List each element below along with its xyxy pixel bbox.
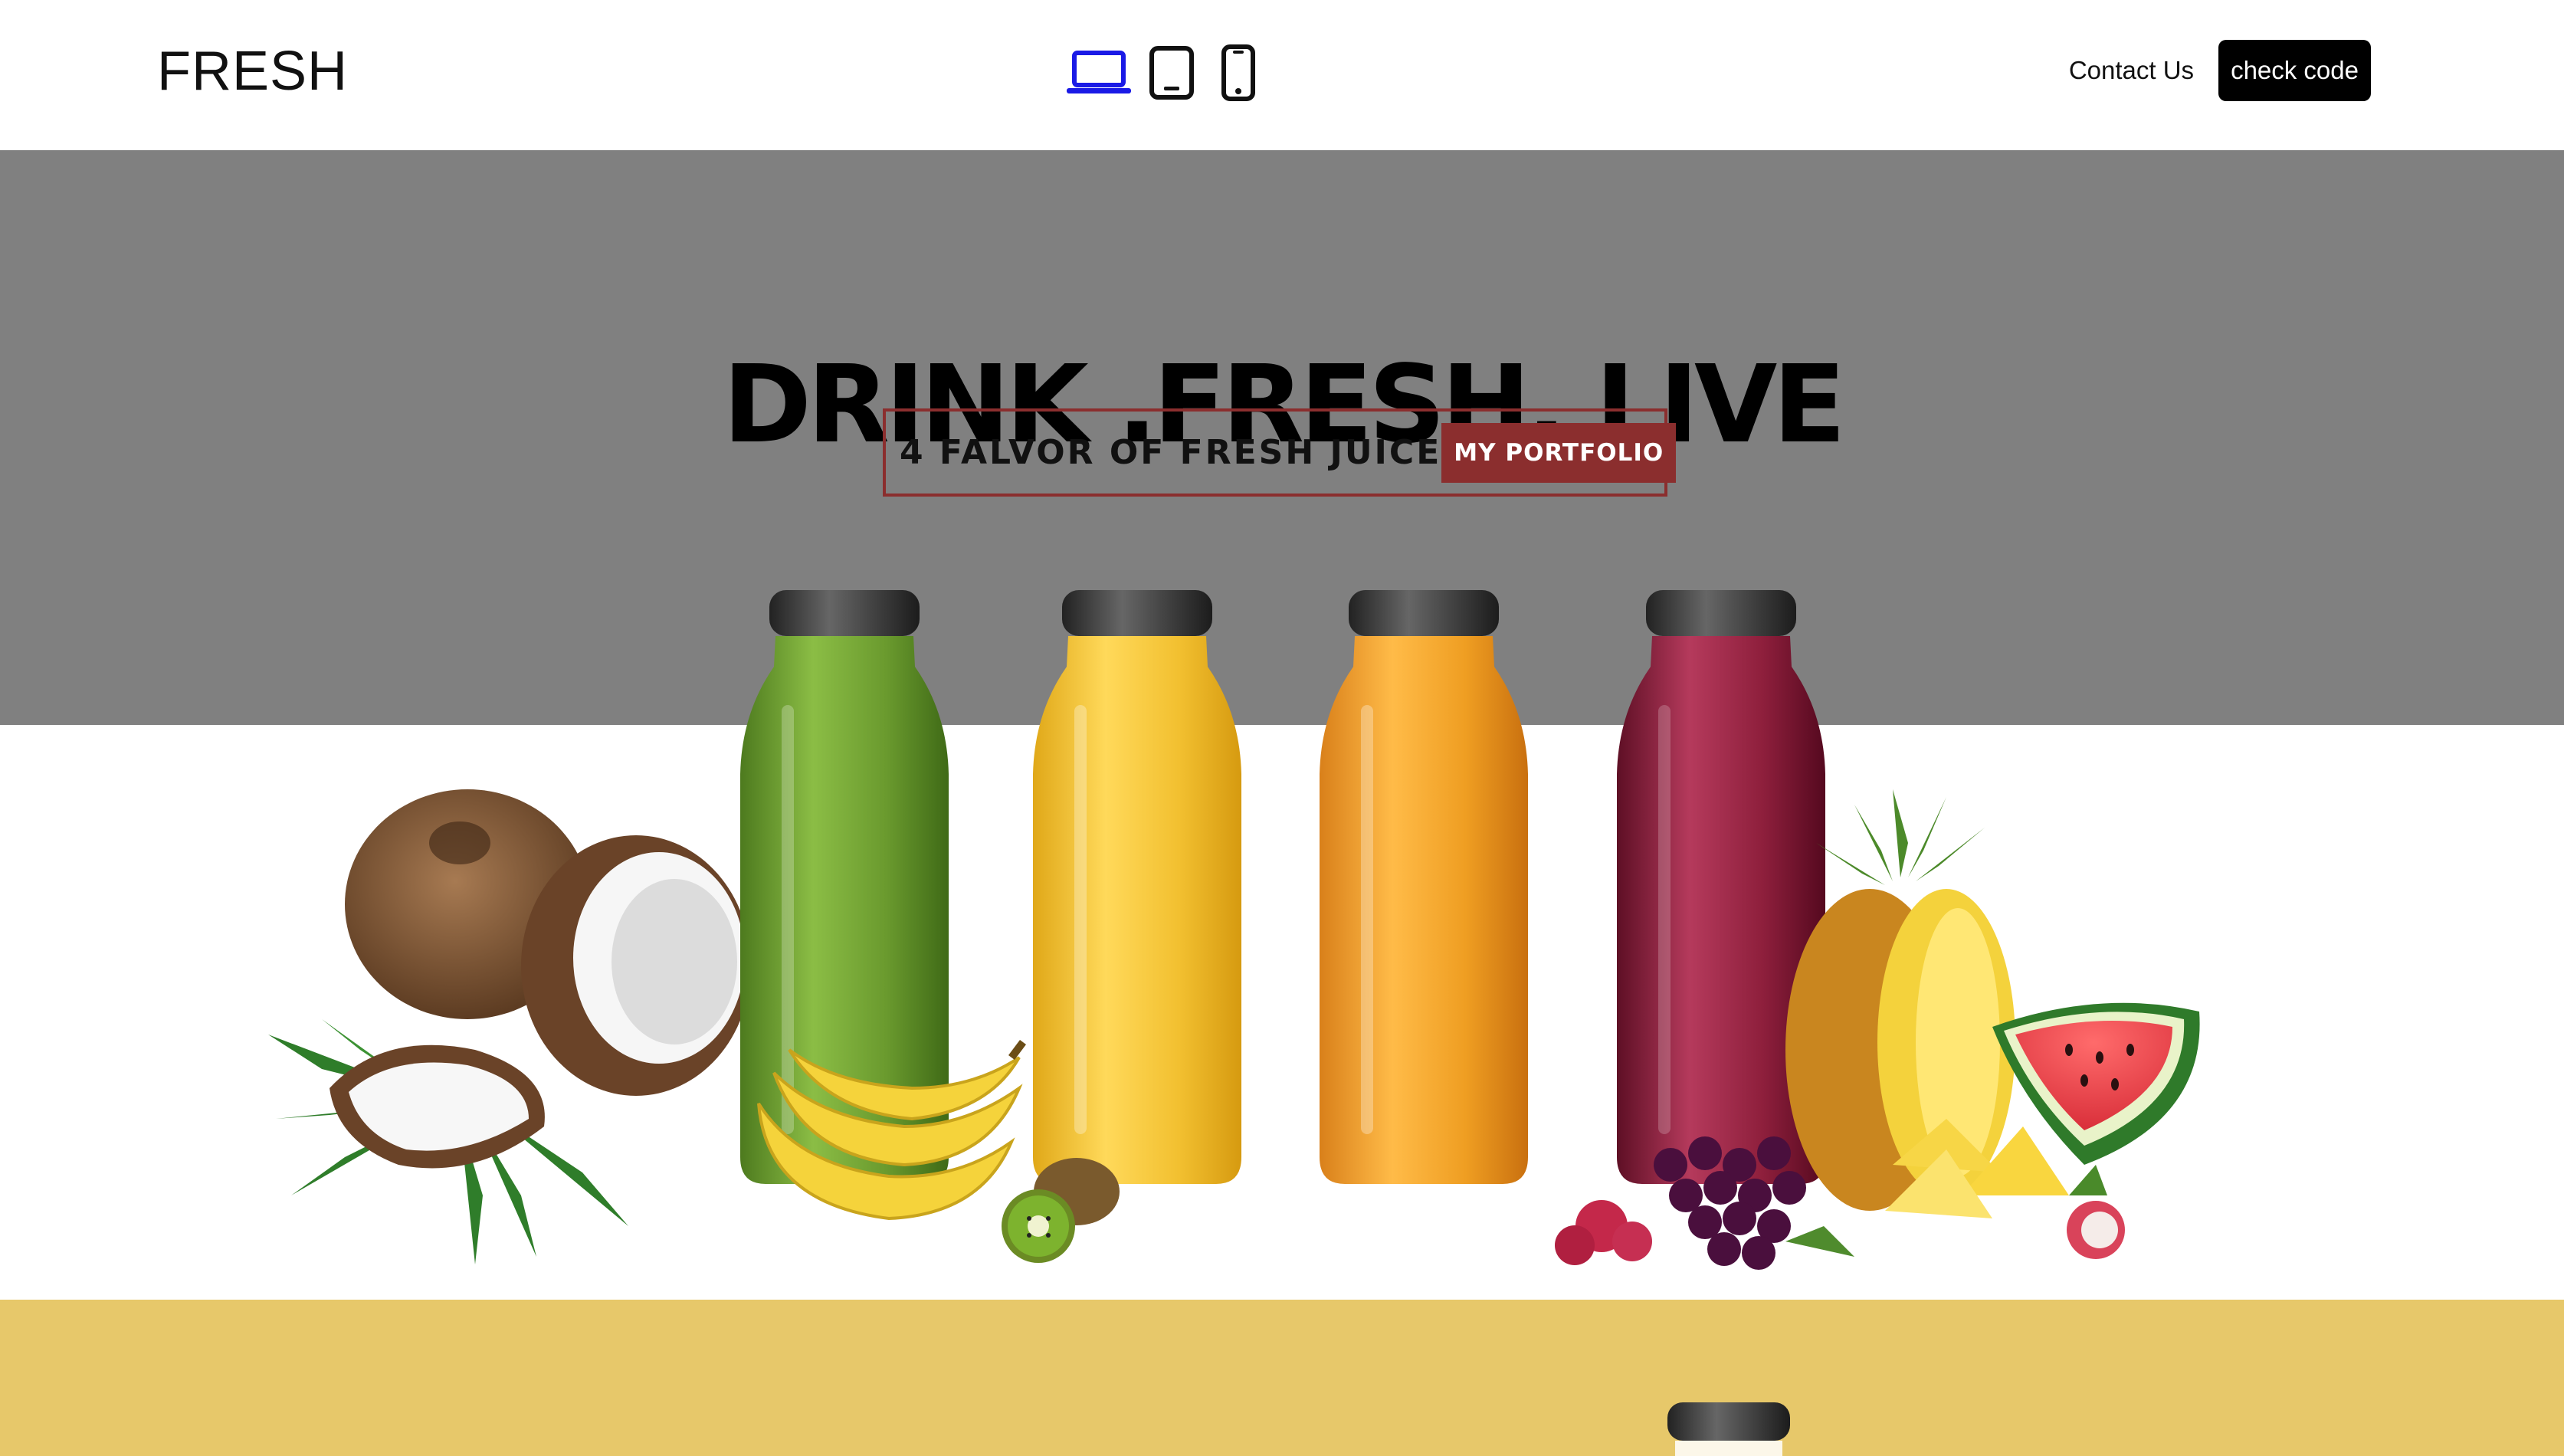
logo[interactable]: FRESH	[157, 38, 348, 104]
lychee	[2067, 1165, 2125, 1259]
check-code-button[interactable]: check code	[2218, 40, 2371, 101]
phone-icon	[1221, 44, 1255, 101]
laptop-view-button[interactable]	[1065, 38, 1133, 107]
palm-leaves	[268, 1019, 628, 1264]
device-switcher	[1065, 38, 1272, 107]
contact-us-link[interactable]: Contact Us	[2069, 56, 2194, 85]
tablet-view-button[interactable]	[1146, 38, 1197, 107]
coconuts	[330, 789, 751, 1169]
tablet-icon	[1149, 46, 1194, 100]
my-portfolio-button[interactable]: MY PORTFOLIO	[1441, 422, 1677, 483]
laptop-icon	[1067, 51, 1131, 93]
bananas	[757, 1040, 1026, 1221]
header-nav: Contact Us check code	[2069, 40, 2371, 101]
hero-subtitle-box: 4 FALVOR OF FRESH JUICE MY PORTFOLIO	[883, 408, 1677, 497]
pineapple	[1785, 789, 2069, 1218]
phone-view-button[interactable]	[1218, 38, 1258, 107]
site-header: FRESH Contact Us check code	[0, 0, 2564, 150]
watermelon	[1992, 1002, 2200, 1165]
kiwis	[1002, 1158, 1120, 1263]
berries	[1555, 1136, 1854, 1270]
hero-subtitle: 4 FALVOR OF FRESH JUICE	[900, 433, 1442, 472]
next-section	[0, 1300, 2564, 1456]
